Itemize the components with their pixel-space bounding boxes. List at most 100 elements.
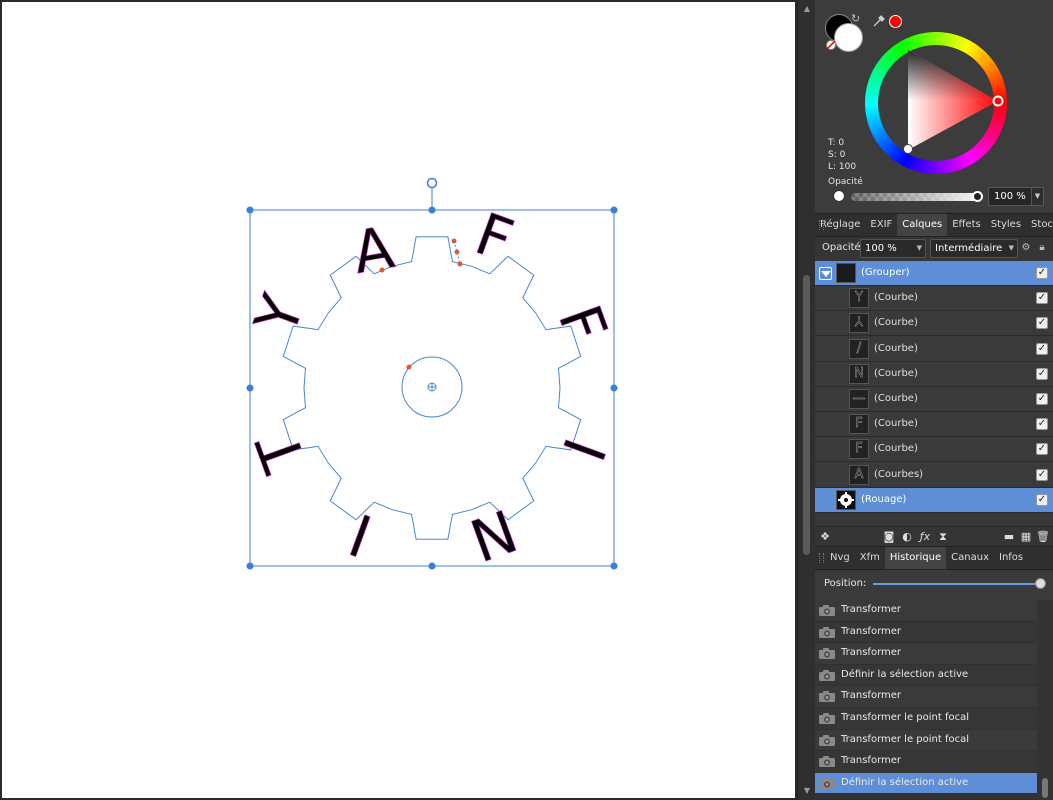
tab-effets[interactable]: Effets xyxy=(947,214,986,236)
tab-infos[interactable]: Infos xyxy=(994,547,1028,569)
tab-styles[interactable]: Styles xyxy=(986,214,1026,236)
resize-handle-bottom-right[interactable] xyxy=(610,562,618,570)
layers-list: (Grouper) ✓ Y (Courbe) ✓ ⅄ (Courbe) ✓ / (Courbe) ✓… xyxy=(815,261,1053,526)
snapshot-camera-icon[interactable] xyxy=(818,626,836,639)
resize-handle-right[interactable] xyxy=(610,384,618,392)
live-filter-icon[interactable]: ⧗ xyxy=(936,530,950,544)
tab-canaux[interactable]: Canaux xyxy=(946,547,994,569)
history-item[interactable]: Transformer xyxy=(815,686,1037,708)
layers-stack-icon[interactable]: ❖ xyxy=(818,530,832,544)
snapshot-camera-icon[interactable] xyxy=(818,755,836,768)
layer-visibility-checkbox[interactable]: ✓ xyxy=(1036,393,1048,405)
snapshot-camera-icon[interactable] xyxy=(818,647,836,660)
tab-nvg[interactable]: Nvg xyxy=(825,547,855,569)
snapshot-camera-icon[interactable] xyxy=(818,669,836,682)
layer-row[interactable]: — (Courbe) ✓ xyxy=(815,387,1053,412)
history-item[interactable]: Transformer xyxy=(815,621,1037,644)
trash-icon[interactable]: 🗑︎ xyxy=(1036,530,1050,544)
gear-icon[interactable]: ⚙ xyxy=(1020,242,1032,254)
eyedropper-icon[interactable] xyxy=(872,14,886,28)
triangle-knob[interactable] xyxy=(903,144,913,154)
snapshot-camera-icon[interactable] xyxy=(818,777,836,790)
path-node[interactable] xyxy=(379,267,385,273)
layer-opacity-field[interactable]: 100 % ▼ xyxy=(860,239,926,258)
resize-handle-top-right[interactable] xyxy=(610,206,618,214)
history-item[interactable]: Transformer le point focal xyxy=(815,729,1037,752)
mask-icon[interactable]: ◙ xyxy=(882,530,896,544)
canvas-vertical-scrollbar[interactable]: ▲ ▼ xyxy=(797,0,815,800)
add-pixel-layer-icon[interactable]: ▦ xyxy=(1019,530,1033,544)
layer-visibility-checkbox[interactable]: ✓ xyxy=(1036,317,1048,330)
expand-triangle-icon[interactable] xyxy=(819,267,832,280)
scrollbar-thumb[interactable] xyxy=(1042,778,1048,798)
path-node[interactable] xyxy=(406,364,412,370)
position-slider[interactable] xyxy=(873,583,1043,585)
resize-handle-bottom[interactable] xyxy=(428,562,436,570)
blend-mode-select[interactable]: Intermédiaire ▼ xyxy=(930,239,1018,258)
layer-row[interactable]: Y (Courbe) ✓ xyxy=(815,286,1053,312)
tab-stock[interactable]: Stock xyxy=(1026,214,1053,236)
scroll-up-icon[interactable]: ▲ xyxy=(798,2,816,16)
history-item[interactable]: Définir la sélection active xyxy=(815,772,1037,795)
layer-row[interactable]: / (Courbe) ✓ xyxy=(815,336,1053,362)
resize-handle-top[interactable] xyxy=(428,206,436,214)
rotate-handle[interactable] xyxy=(426,177,438,189)
layer-row[interactable]: F (Courbe) ✓ xyxy=(815,412,1053,438)
layer-visibility-checkbox[interactable]: ✓ xyxy=(1036,342,1048,355)
readout-s: S: 0 xyxy=(828,150,846,160)
lock-icon[interactable]: 🔒︎ xyxy=(1036,242,1048,254)
secondary-color-swatch[interactable] xyxy=(834,23,863,52)
tab-calques[interactable]: Calques xyxy=(897,214,948,236)
resize-handle-left[interactable] xyxy=(246,384,254,392)
layer-row[interactable]: (Grouper) ✓ xyxy=(815,261,1053,286)
layer-visibility-checkbox[interactable]: ✓ xyxy=(1036,468,1048,481)
opacity-dropdown-icon[interactable]: ▼ xyxy=(1031,187,1044,206)
resize-handle-bottom-left[interactable] xyxy=(246,562,254,570)
layer-visibility-checkbox[interactable]: ✓ xyxy=(1036,292,1048,305)
layer-visibility-checkbox[interactable]: ✓ xyxy=(1036,418,1048,431)
folder-icon[interactable]: ▬ xyxy=(1002,530,1016,544)
panel-grip-icon[interactable] xyxy=(815,547,825,569)
layer-row[interactable]: F (Courbe) ✓ xyxy=(815,437,1053,463)
path-node[interactable] xyxy=(457,261,463,267)
layer-row[interactable]: ⅄ (Courbe) ✓ xyxy=(815,311,1053,337)
layer-visibility-checkbox[interactable]: ✓ xyxy=(1036,267,1048,279)
snapshot-camera-icon[interactable] xyxy=(818,712,836,725)
scrollbar-thumb[interactable] xyxy=(803,275,810,555)
history-item[interactable]: Transformer xyxy=(815,643,1037,665)
snapshot-camera-icon[interactable] xyxy=(818,604,836,617)
opacity-min-knob[interactable] xyxy=(833,190,845,202)
scroll-down-icon[interactable]: ▼ xyxy=(798,784,816,798)
opacity-slider[interactable] xyxy=(851,193,979,201)
swap-colors-icon[interactable]: ↻ xyxy=(851,12,860,25)
opacity-slider-knob[interactable] xyxy=(972,191,983,202)
layer-row[interactable]: (Rouage) ✓ xyxy=(815,487,1053,513)
snapshot-camera-icon[interactable] xyxy=(818,734,836,747)
snapshot-camera-icon[interactable] xyxy=(818,690,836,703)
picked-color-swatch[interactable] xyxy=(889,15,902,28)
canvas-artboard[interactable]: A FFINITY xyxy=(0,0,797,800)
fx-icon[interactable]: ƒx xyxy=(918,530,932,544)
layer-visibility-checkbox[interactable]: ✓ xyxy=(1036,493,1048,506)
document-canvas[interactable]: AFFINITY xyxy=(0,0,797,800)
layer-visibility-checkbox[interactable]: ✓ xyxy=(1036,443,1048,456)
history-item[interactable]: Transformer xyxy=(815,600,1037,622)
opacity-input[interactable]: 100 % xyxy=(988,187,1032,206)
layer-name: (Rouage) xyxy=(861,493,907,505)
layer-visibility-checkbox[interactable]: ✓ xyxy=(1036,367,1048,380)
history-item[interactable]: Transformer le point focal xyxy=(815,708,1037,730)
no-color-icon[interactable] xyxy=(825,39,837,51)
layer-row[interactable]: A (Courbes) ✓ xyxy=(815,462,1053,488)
tab-xfm[interactable]: Xfm xyxy=(855,547,885,569)
history-item[interactable]: Transformer xyxy=(815,751,1037,773)
tab-exif[interactable]: EXIF xyxy=(865,214,897,236)
adjustment-icon[interactable]: ◐ xyxy=(900,530,914,544)
color-wheel[interactable] xyxy=(863,30,1009,176)
position-slider-knob[interactable] xyxy=(1035,578,1046,589)
resize-handle-top-left[interactable] xyxy=(246,206,254,214)
tab-historique[interactable]: Historique xyxy=(884,547,947,569)
history-item[interactable]: Définir la sélection active xyxy=(815,664,1037,687)
layer-thumbnail: Y xyxy=(849,288,869,309)
history-scrollbar[interactable] xyxy=(1040,600,1049,800)
layer-row[interactable]: N (Courbe) ✓ xyxy=(815,361,1053,387)
